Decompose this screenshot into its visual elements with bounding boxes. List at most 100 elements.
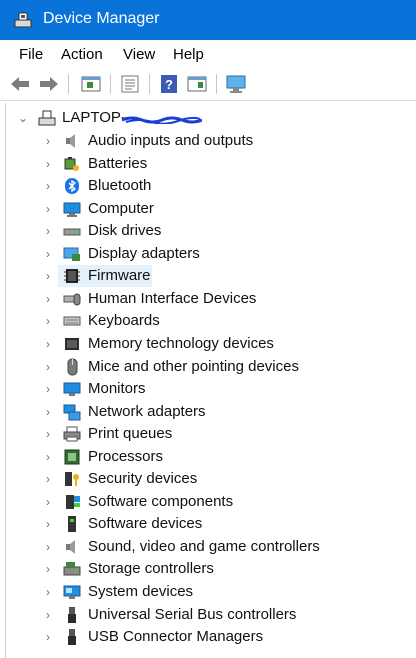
- network-adapter-icon: [63, 404, 81, 421]
- tree-item[interactable]: › Universal Serial Bus controllers: [6, 604, 411, 626]
- toolbar-separator: [216, 74, 217, 94]
- tree-item[interactable]: › Human Interface Devices: [6, 288, 411, 310]
- tree-item[interactable]: › Monitors: [6, 378, 411, 400]
- tree-item[interactable]: › USB Connector Managers: [6, 626, 411, 648]
- tree-item[interactable]: › System devices: [6, 581, 411, 603]
- tree-item[interactable]: › Batteries: [6, 153, 411, 175]
- tree-item-label: Computer: [88, 199, 154, 217]
- keyboard-icon: [63, 316, 81, 326]
- tree-item[interactable]: › Memory technology devices: [6, 333, 411, 355]
- properties-icon[interactable]: [80, 73, 102, 95]
- mouse-icon: [67, 358, 78, 375]
- chevron-right-icon[interactable]: ›: [43, 314, 53, 328]
- chevron-right-icon[interactable]: ›: [43, 608, 53, 622]
- chevron-right-icon[interactable]: ›: [43, 517, 53, 531]
- tree-item[interactable]: › Processors: [6, 446, 411, 468]
- back-arrow-icon[interactable]: [9, 73, 31, 95]
- speaker-icon: [66, 134, 75, 148]
- tree-item-label: Audio inputs and outputs: [88, 132, 254, 149]
- chevron-right-icon[interactable]: ›: [43, 269, 53, 283]
- tree-item-label: Processors: [88, 447, 164, 465]
- tree-item-label: Batteries: [88, 154, 148, 172]
- memory-card-icon: [65, 337, 79, 350]
- chevron-right-icon[interactable]: ›: [43, 292, 53, 306]
- chevron-right-icon[interactable]: ›: [43, 179, 53, 193]
- tree-item-label: Firmware: [88, 267, 151, 285]
- menu-view[interactable]: View: [123, 46, 155, 63]
- tree-item[interactable]: › Sound, video and game controllers: [6, 536, 411, 558]
- chevron-right-icon[interactable]: ›: [43, 405, 53, 419]
- computer-icon: [63, 202, 81, 217]
- tree-item-label: Disk drives: [88, 222, 162, 240]
- device-manager-icon: [14, 12, 32, 28]
- disk-drive-icon: [63, 228, 81, 236]
- chevron-right-icon[interactable]: ›: [43, 472, 53, 486]
- hid-icon: [63, 293, 81, 306]
- tree-item-label: Universal Serial Bus controllers: [88, 605, 297, 623]
- chevron-right-icon[interactable]: ›: [43, 450, 53, 464]
- menu-action[interactable]: Action: [61, 46, 103, 63]
- tree-item[interactable]: › Audio inputs and outputs: [6, 130, 411, 152]
- forward-arrow-icon[interactable]: [38, 73, 60, 95]
- chevron-right-icon[interactable]: ›: [43, 224, 53, 238]
- software-component-icon: [66, 494, 80, 509]
- chevron-right-icon[interactable]: ›: [43, 540, 53, 554]
- storage-controller-icon: [63, 562, 81, 576]
- chevron-right-icon[interactable]: ›: [43, 630, 53, 644]
- tree-item-label: Network adapters: [88, 402, 206, 420]
- device-tree[interactable]: ⌄ LAPTOP- › Audio inputs and outputs › Batt…: [5, 103, 416, 658]
- tree-item-label: Mice and other pointing devices: [88, 357, 299, 375]
- tree-item[interactable]: › Storage controllers: [6, 558, 411, 580]
- firmware-chip-icon: [64, 269, 80, 284]
- tree-item[interactable]: › Computer: [6, 198, 411, 220]
- device-manager-window: Device Manager File Action View Help ? ⌄…: [0, 0, 416, 658]
- help-icon[interactable]: ?: [158, 73, 180, 95]
- chevron-right-icon[interactable]: ›: [43, 427, 53, 441]
- computer-name: LAPTOP-: [62, 109, 126, 126]
- chevron-right-icon[interactable]: ›: [43, 585, 53, 599]
- usb-icon: [68, 606, 76, 623]
- tree-item[interactable]: › Mice and other pointing devices: [6, 356, 411, 378]
- tree-item[interactable]: › Software components: [6, 491, 411, 513]
- chevron-right-icon[interactable]: ›: [43, 337, 53, 351]
- tree-item[interactable]: › Disk drives: [6, 220, 411, 242]
- chevron-right-icon[interactable]: ›: [43, 134, 53, 148]
- tree-item-label: USB Connector Managers: [88, 628, 264, 646]
- show-hide-icon[interactable]: [186, 73, 208, 95]
- chevron-right-icon[interactable]: ›: [43, 360, 53, 374]
- tree-item-label: Sound, video and game controllers: [88, 537, 320, 555]
- tree-item-label: Software components: [88, 492, 234, 510]
- chevron-right-icon[interactable]: ›: [43, 382, 53, 396]
- tree-item[interactable]: › Security devices: [6, 468, 411, 490]
- window-title: Device Manager: [43, 10, 160, 27]
- tree-item[interactable]: › Keyboards: [6, 310, 411, 332]
- display-adapter-icon: [63, 247, 80, 261]
- tree-item[interactable]: › Bluetooth: [6, 175, 411, 197]
- chevron-right-icon[interactable]: ›: [43, 157, 53, 171]
- security-key-icon: [65, 472, 79, 487]
- console-tree-icon[interactable]: [119, 73, 141, 95]
- chevron-down-icon[interactable]: ⌄: [18, 111, 28, 125]
- sound-controller-icon: [66, 539, 75, 554]
- tree-item[interactable]: › Display adapters: [6, 243, 411, 265]
- monitor-scan-icon[interactable]: [225, 73, 247, 95]
- battery-icon: [64, 156, 79, 171]
- svg-text:?: ?: [165, 77, 173, 92]
- title-bar[interactable]: Device Manager: [0, 0, 416, 40]
- menu-bar: File Action View Help: [0, 40, 416, 68]
- tree-item[interactable]: › Software devices: [6, 513, 411, 535]
- chevron-right-icon[interactable]: ›: [43, 562, 53, 576]
- tree-item[interactable]: › Print queues: [6, 423, 411, 445]
- tree-item[interactable]: › Network adapters: [6, 401, 411, 423]
- tree-item-label: Print queues: [88, 425, 173, 443]
- chevron-right-icon[interactable]: ›: [43, 495, 53, 509]
- chevron-right-icon[interactable]: ›: [43, 202, 53, 216]
- toolbar-separator: [149, 74, 150, 94]
- redaction-scribble: [122, 116, 202, 124]
- menu-help[interactable]: Help: [173, 46, 204, 63]
- processor-icon: [64, 449, 80, 465]
- tree-item[interactable]: › Firmware: [6, 265, 411, 288]
- menu-file[interactable]: File: [19, 46, 43, 63]
- tree-root[interactable]: ⌄ LAPTOP-: [6, 107, 411, 129]
- chevron-right-icon[interactable]: ›: [43, 247, 53, 261]
